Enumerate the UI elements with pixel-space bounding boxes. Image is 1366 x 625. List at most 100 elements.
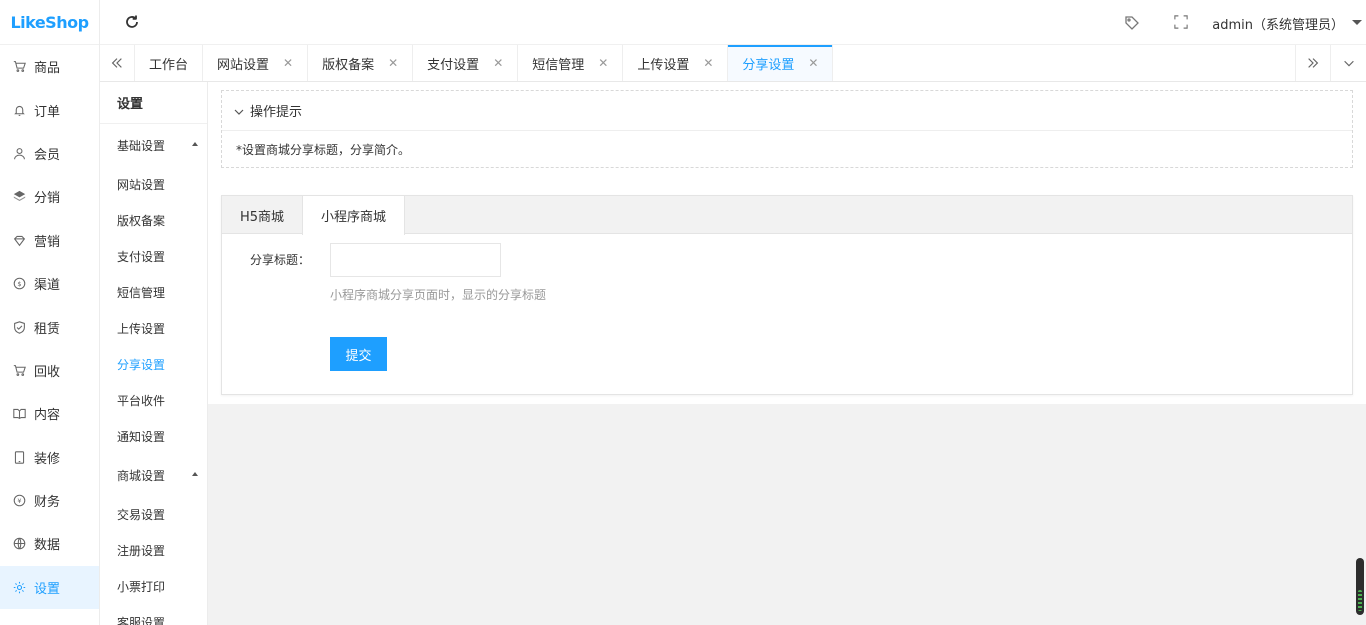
user-menu[interactable]: admin（系统管理员） (1212, 14, 1344, 33)
tab-site-settings[interactable]: 网站设置 ✕ (203, 45, 309, 81)
scrollbar-thumb[interactable] (1356, 558, 1364, 615)
main-content: 操作提示 *设置商城分享标题，分享简介。 H5商城 小程序商城 分享标题： 小程… (208, 82, 1366, 625)
submenu-item-copyright[interactable]: 版权备案 (100, 202, 207, 238)
tab-share-settings[interactable]: 分享设置 ✕ (728, 45, 834, 81)
tips-text: *设置商城分享标题，分享简介。 (236, 143, 411, 157)
caret-down-icon[interactable] (1352, 20, 1362, 25)
yen-icon: ¥ (12, 494, 26, 508)
tab-payment[interactable]: 支付设置 ✕ (413, 45, 519, 81)
sidebar-item-members[interactable]: 会员 (0, 132, 99, 175)
close-icon[interactable]: ✕ (283, 56, 293, 70)
submenu-group-basic[interactable]: 基础设置 (100, 124, 207, 166)
submenu-item-upload[interactable]: 上传设置 (100, 310, 207, 346)
bell-icon (12, 103, 26, 117)
tab-label: 分享设置 (742, 57, 795, 73)
tips-title: 操作提示 (250, 105, 303, 120)
operation-tips: 操作提示 *设置商城分享标题，分享简介。 (221, 90, 1353, 168)
left-sidebar: LikeShop 商品 订单 会员 分销 营销 $ 渠道 租赁 回收 内容 装修… (0, 0, 100, 625)
sidebar-item-label: 数据 (34, 538, 61, 554)
submenu-item-customer-service[interactable]: 客服设置 (100, 604, 207, 625)
sidebar-item-label: 商品 (34, 61, 61, 77)
sidebar-item-label: 回收 (34, 364, 61, 380)
sidebar-item-orders[interactable]: 订单 (0, 88, 99, 131)
tab-copyright[interactable]: 版权备案 ✕ (308, 45, 414, 81)
submenu-item-sms[interactable]: 短信管理 (100, 274, 207, 310)
sidebar-item-label: 装修 (34, 451, 61, 467)
app-logo[interactable]: LikeShop (0, 0, 99, 45)
sidebar-item-content[interactable]: 内容 (0, 392, 99, 435)
page-tabs-bar: 工作台 网站设置 ✕ 版权备案 ✕ 支付设置 ✕ 短信管理 ✕ 上传设置 ✕ 分享设置 ✕ (100, 45, 1366, 82)
settings-submenu: 设置 基础设置 网站设置 版权备案 支付设置 短信管理 上传设置 分享设置 平台… (100, 82, 208, 625)
tabs-menu-chevron-down-icon[interactable] (1330, 45, 1366, 81)
tab-label: 网站设置 (217, 57, 270, 73)
tag-icon[interactable] (1124, 15, 1140, 31)
book-icon (12, 407, 26, 421)
sidebar-item-label: 系统 (34, 621, 60, 625)
caret-up-icon (192, 142, 198, 146)
close-icon[interactable]: ✕ (493, 56, 503, 70)
dollar-icon: $ (12, 277, 26, 291)
sidebar-item-goods[interactable]: 商品 (0, 45, 99, 88)
close-icon[interactable]: ✕ (388, 56, 398, 70)
tab-label: 工作台 (149, 57, 189, 73)
share-title-label: 分享标题： (249, 253, 310, 267)
sidebar-item-lease[interactable]: 租赁 (0, 305, 99, 348)
close-icon[interactable]: ✕ (598, 56, 608, 70)
submenu-item-site[interactable]: 网站设置 (100, 166, 207, 202)
gear-icon (12, 580, 26, 594)
sidebar-item-distribution[interactable]: 分销 (0, 175, 99, 218)
fullscreen-icon[interactable] (1174, 15, 1190, 31)
close-icon[interactable]: ✕ (808, 56, 818, 70)
submenu-group-label: 基础设置 (117, 138, 166, 153)
sidebar-item-label: 财务 (34, 495, 61, 511)
sidebar-item-channel[interactable]: $ 渠道 (0, 262, 99, 305)
sidebar-item-label: 会员 (34, 147, 61, 163)
sidebar-item-label: 渠道 (34, 278, 61, 294)
submenu-item-share[interactable]: 分享设置 (100, 346, 207, 382)
tips-header[interactable]: 操作提示 (222, 91, 1352, 131)
submit-button[interactable]: 提交 (330, 337, 387, 371)
sidebar-item-decoration[interactable]: 装修 (0, 436, 99, 479)
tab-sms[interactable]: 短信管理 ✕ (518, 45, 624, 81)
sidebar-item-recycle[interactable]: 回收 (0, 349, 99, 392)
tabs-scroll-right-icon[interactable] (1295, 45, 1330, 81)
submenu-group-mall[interactable]: 商城设置 (100, 454, 207, 496)
user-icon (12, 146, 26, 160)
submenu-item-receiving[interactable]: 平台收件 (100, 382, 207, 418)
submenu-item-register[interactable]: 注册设置 (100, 532, 207, 568)
refresh-icon[interactable] (124, 14, 140, 30)
svg-text:$: $ (17, 280, 21, 288)
submenu-item-notice[interactable]: 通知设置 (100, 418, 207, 454)
sidebar-item-data[interactable]: 数据 (0, 522, 99, 565)
sidebar-item-system[interactable]: 系统 (0, 609, 99, 625)
close-icon[interactable]: ✕ (703, 56, 713, 70)
submenu-item-payment[interactable]: 支付设置 (100, 238, 207, 274)
sidebar-item-label: 营销 (34, 234, 61, 250)
tab-h5-mall[interactable]: H5商城 (222, 196, 302, 234)
sidebar-item-label: 设置 (34, 581, 61, 597)
tab-label: 支付设置 (427, 57, 480, 73)
sidebar-item-settings[interactable]: 设置 (0, 565, 99, 610)
submenu-item-trade[interactable]: 交易设置 (100, 496, 207, 532)
chevron-down-icon (234, 106, 244, 116)
tab-mini-program-mall[interactable]: 小程序商城 (302, 196, 406, 235)
sidebar-item-label: 分销 (34, 191, 61, 207)
share-settings-card: H5商城 小程序商城 分享标题： 小程序商城分享页面时，显示的分享标题 提交 (221, 195, 1353, 395)
tab-label: 上传设置 (637, 57, 690, 73)
tab-upload[interactable]: 上传设置 ✕ (623, 45, 729, 81)
submenu-item-receipt-print[interactable]: 小票打印 (100, 568, 207, 604)
tab-workbench[interactable]: 工作台 (135, 45, 204, 81)
shield-icon (12, 320, 26, 334)
sidebar-item-label: 订单 (34, 104, 61, 120)
share-title-row: 分享标题： (222, 243, 1352, 277)
sidebar-item-finance[interactable]: ¥ 财务 (0, 479, 99, 522)
tabs-scroll-left-icon[interactable] (100, 45, 135, 81)
cart-icon (12, 363, 26, 377)
sidebar-item-label: 内容 (34, 408, 61, 424)
platform-tabs: H5商城 小程序商城 (222, 196, 1352, 235)
submenu-title: 设置 (100, 82, 207, 124)
tablet-icon (12, 450, 26, 464)
top-header: admin（系统管理员） (100, 0, 1366, 45)
share-title-input[interactable] (330, 243, 501, 277)
sidebar-item-marketing[interactable]: 营销 (0, 219, 99, 262)
